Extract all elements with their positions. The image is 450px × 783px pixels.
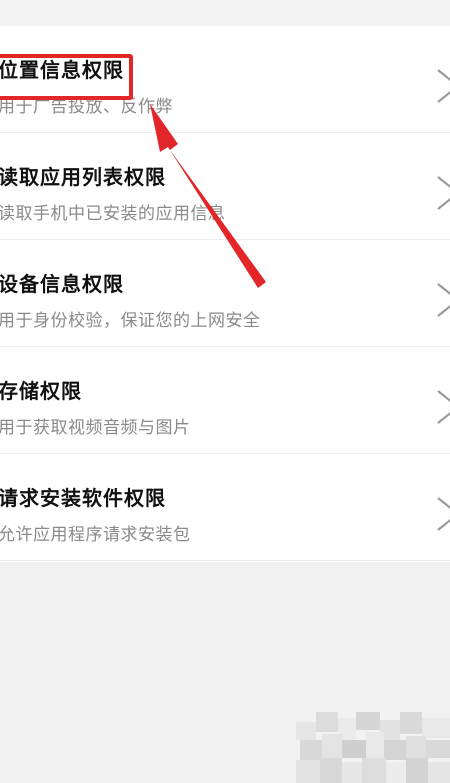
chevron-right-icon <box>437 176 450 210</box>
permission-title: 读取应用列表权限 <box>0 165 166 189</box>
permission-list: 位置信息权限 用于广告投放、反作弊 读取应用列表权限 读取手机中已安装的应用信息… <box>0 26 450 562</box>
permission-item-install-packages[interactable]: 请求安装软件权限 允许应用程序请求安装包 <box>0 454 450 561</box>
permission-item-device-info[interactable]: 设备信息权限 用于身份校验，保证您的上网安全 <box>0 240 450 347</box>
permission-description: 读取手机中已安装的应用信息 <box>0 204 226 224</box>
permission-description: 用于身份校验，保证您的上网安全 <box>0 311 261 331</box>
top-strip <box>0 0 450 26</box>
chevron-right-icon <box>437 497 450 531</box>
chevron-right-icon <box>437 69 450 103</box>
permission-title: 存储权限 <box>0 379 82 403</box>
permission-description: 允许应用程序请求安装包 <box>0 525 191 545</box>
permission-item-storage[interactable]: 存储权限 用于获取视频音频与图片 <box>0 347 450 454</box>
permission-item-app-list[interactable]: 读取应用列表权限 读取手机中已安装的应用信息 <box>0 133 450 240</box>
chevron-right-icon <box>437 283 450 317</box>
highlight-box-annotation <box>0 54 133 100</box>
permission-title: 请求安装软件权限 <box>0 486 166 510</box>
chevron-right-icon <box>437 390 450 424</box>
permission-title: 设备信息权限 <box>0 272 124 296</box>
permission-description: 用于获取视频音频与图片 <box>0 418 191 438</box>
watermark-mosaic <box>296 712 450 783</box>
